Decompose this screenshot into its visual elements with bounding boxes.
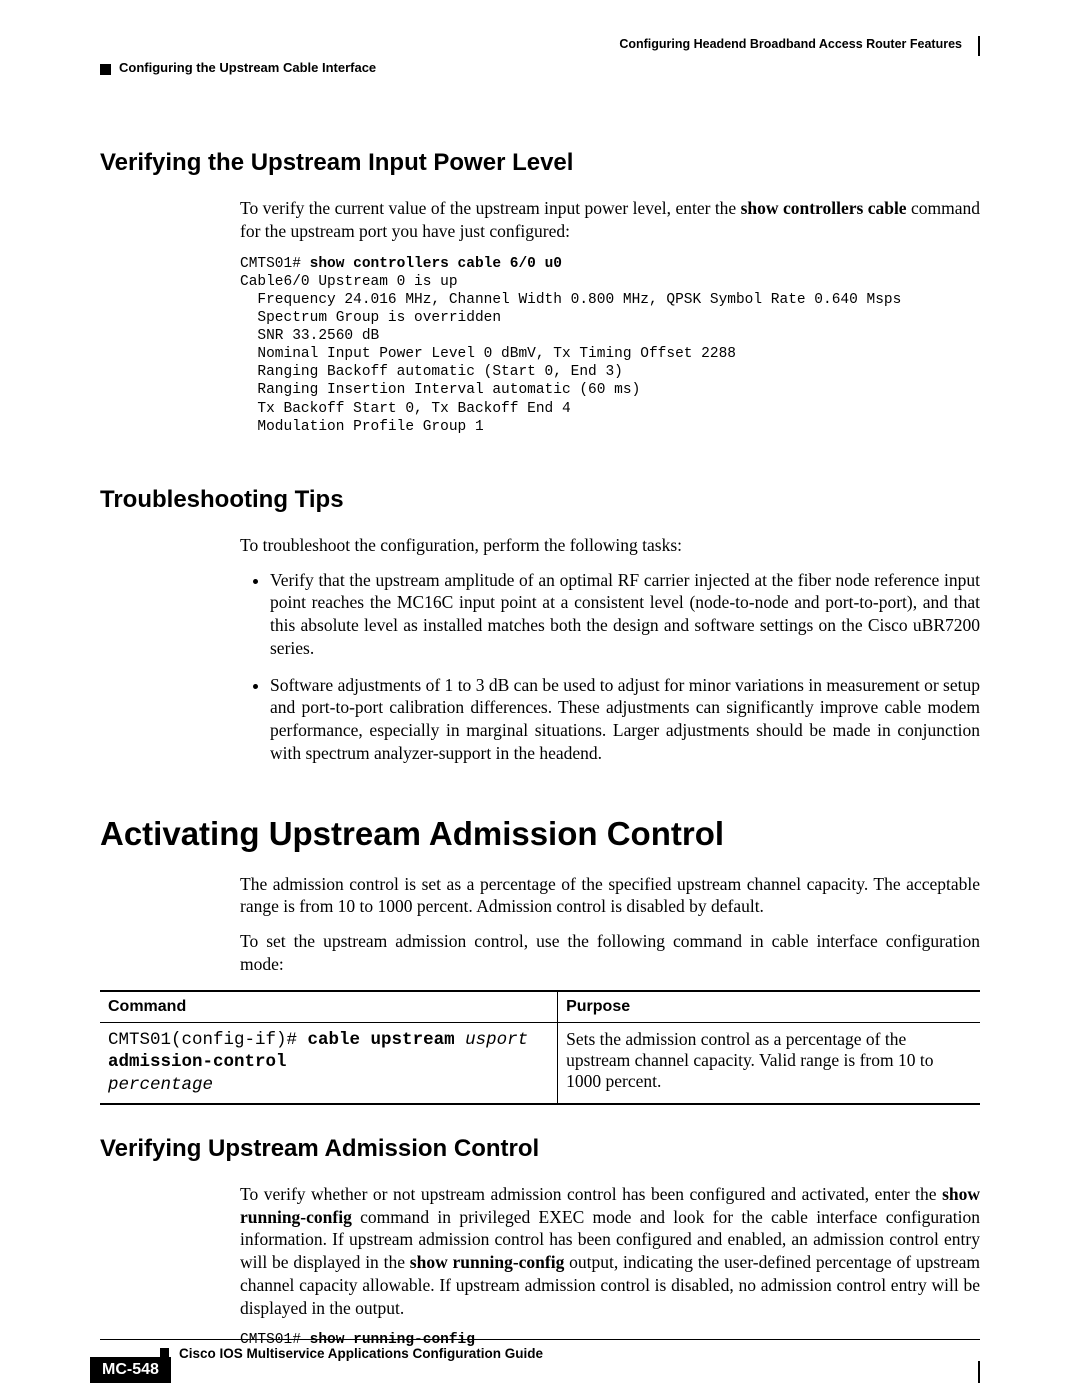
body-text: The admission control is set as a percen… bbox=[240, 873, 980, 919]
square-bullet-icon bbox=[160, 1348, 169, 1357]
header-left: Configuring the Upstream Cable Interface bbox=[100, 60, 980, 79]
table-header-command: Command bbox=[100, 991, 558, 1023]
list-item: Verify that the upstream amplitude of an… bbox=[270, 569, 980, 660]
table-header-purpose: Purpose bbox=[558, 991, 980, 1023]
footer-rule-end bbox=[978, 1361, 980, 1383]
bullet-list: Verify that the upstream amplitude of an… bbox=[240, 569, 980, 765]
code-output: CMTS01# show controllers cable 6/0 u0 Ca… bbox=[240, 255, 980, 436]
body-text: To troubleshoot the configuration, perfo… bbox=[240, 534, 980, 557]
heading-verify-input-power: Verifying the Upstream Input Power Level bbox=[100, 149, 980, 177]
page-number: MC-548 bbox=[90, 1357, 171, 1383]
heading-verify-admission: Verifying Upstream Admission Control bbox=[100, 1135, 980, 1163]
command-table: Command Purpose CMTS01(config-if)# cable… bbox=[100, 990, 980, 1105]
square-bullet-icon bbox=[100, 64, 111, 75]
list-item: Software adjustments of 1 to 3 dB can be… bbox=[270, 674, 980, 765]
body-text: To verify the current value of the upstr… bbox=[240, 197, 980, 243]
table-header-row: Command Purpose bbox=[100, 991, 980, 1023]
table-row: CMTS01(config-if)# cable upstream usport… bbox=[100, 1022, 980, 1104]
purpose-cell: Sets the admission control as a percenta… bbox=[558, 1022, 980, 1104]
body-text: To set the upstream admission control, u… bbox=[240, 930, 980, 976]
header-right: Configuring Headend Broadband Access Rou… bbox=[100, 36, 980, 56]
heading-troubleshooting: Troubleshooting Tips bbox=[100, 486, 980, 514]
body-text: To verify whether or not upstream admiss… bbox=[240, 1183, 980, 1320]
command-cell: CMTS01(config-if)# cable upstream usport… bbox=[100, 1022, 558, 1104]
heading-activating-admission: Activating Upstream Admission Control bbox=[100, 815, 980, 853]
footer-doc-title: Cisco IOS Multiservice Applications Conf… bbox=[179, 1346, 543, 1361]
